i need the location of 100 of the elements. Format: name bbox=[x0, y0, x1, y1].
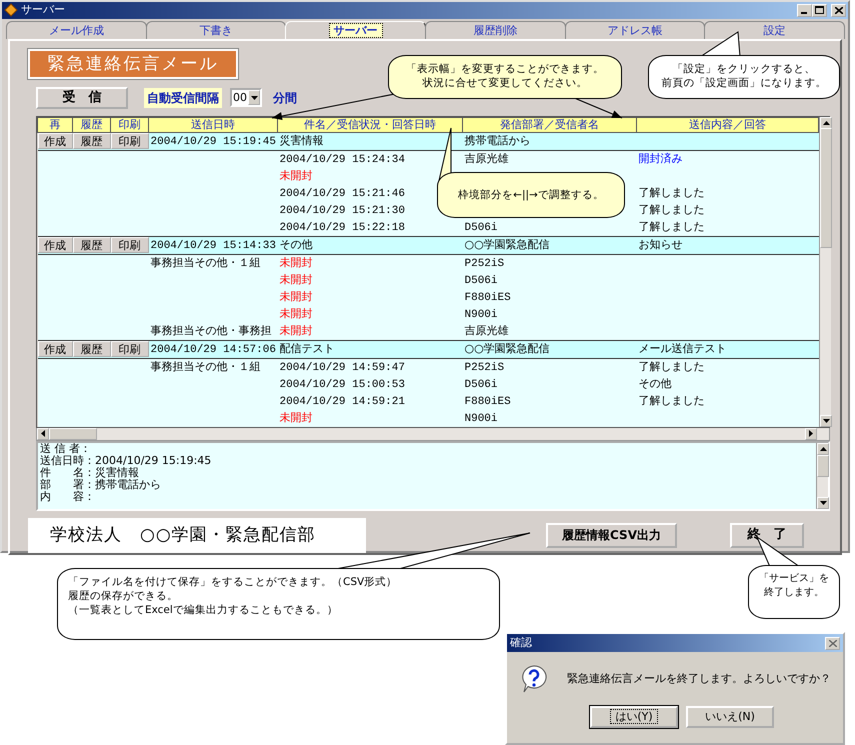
minimize-button[interactable] bbox=[797, 4, 812, 17]
scroll-thumb[interactable] bbox=[820, 128, 832, 248]
table-cell: 未開封 bbox=[280, 307, 312, 320]
close-icon bbox=[834, 6, 842, 14]
table-cell: 未開封 bbox=[280, 169, 312, 182]
column-header[interactable]: 履歴 bbox=[72, 117, 110, 132]
table-cell: その他 bbox=[638, 377, 672, 390]
table-cell: 未開封 bbox=[280, 290, 312, 303]
receive-button[interactable]: 受 信 bbox=[36, 86, 128, 108]
callout-text: 「サービス」を bbox=[758, 572, 830, 586]
table-cell: ○○学園緊急配信 bbox=[464, 238, 550, 251]
table-cell: 吉原光雄 bbox=[464, 154, 508, 166]
window-title: サーバー bbox=[21, 2, 65, 18]
recreate-button[interactable]: 作成 bbox=[38, 237, 72, 253]
scroll-thumb[interactable] bbox=[49, 428, 97, 440]
table-cell: 吉原光雄 bbox=[464, 326, 508, 338]
exit-button[interactable]: 終 了 bbox=[730, 522, 804, 548]
callout-text: 状況に合せて変更してください。 bbox=[422, 76, 588, 90]
table-cell: 了解しました bbox=[638, 394, 704, 407]
scroll-thumb[interactable] bbox=[817, 454, 829, 476]
detail-line: 送 信 者： bbox=[40, 442, 92, 454]
table-cell: 配信テスト bbox=[280, 342, 334, 355]
close-button[interactable] bbox=[831, 4, 846, 17]
close-icon bbox=[828, 640, 836, 646]
scroll-left-icon[interactable] bbox=[37, 428, 49, 440]
dropdown-arrow-icon bbox=[250, 96, 258, 100]
table-cell: 2004/10/29 15:14:33 bbox=[150, 240, 276, 252]
vertical-scrollbar[interactable] bbox=[819, 116, 831, 426]
table-cell: 2004/10/29 15:21:30 bbox=[280, 204, 405, 216]
maximize-button[interactable] bbox=[812, 4, 827, 17]
column-header[interactable]: 再 bbox=[38, 117, 72, 132]
callout-text: 終了します。 bbox=[763, 586, 825, 600]
table-cell: 未開封 bbox=[280, 273, 312, 286]
scroll-right-icon[interactable] bbox=[805, 428, 817, 440]
dialog-button[interactable]: いいえ(N) bbox=[686, 706, 774, 728]
table-cell: 携帯電話から bbox=[464, 134, 530, 147]
interval-select[interactable]: 00 bbox=[230, 88, 262, 107]
table-cell: 事務担当その他・１組 bbox=[150, 256, 260, 269]
detail-line: 部 署：携帯電話から bbox=[40, 478, 162, 490]
vertical-scrollbar[interactable] bbox=[816, 442, 828, 508]
organization-name: 学校法人 ○○学園・緊急配信部 bbox=[28, 518, 366, 553]
recreate-button[interactable]: 作成 bbox=[38, 133, 72, 149]
table-cell: 了解しました bbox=[638, 220, 704, 233]
column-header[interactable]: 件名／受信状況・回答日時 bbox=[278, 117, 462, 132]
print-button[interactable]: 印刷 bbox=[110, 341, 148, 357]
table-cell: 2004/10/29 14:59:47 bbox=[280, 362, 405, 374]
column-header[interactable]: 印刷 bbox=[110, 117, 148, 132]
tab[interactable]: 下書き bbox=[146, 20, 286, 38]
table-cell: P252iS bbox=[464, 362, 504, 374]
table-cell: 2004/10/29 15:19:45 bbox=[150, 136, 276, 148]
column-header[interactable]: 送信内容／回答 bbox=[636, 117, 818, 132]
table-cell: 災害情報 bbox=[280, 134, 324, 147]
horizontal-scrollbar[interactable] bbox=[36, 428, 830, 440]
maximize-icon bbox=[815, 6, 824, 14]
app-icon bbox=[4, 3, 18, 18]
table-cell: F880iES bbox=[464, 396, 511, 408]
table-cell: P252iS bbox=[464, 258, 504, 270]
tab[interactable]: サーバー bbox=[285, 20, 426, 38]
interval-label: 自動受信間隔 bbox=[144, 88, 222, 108]
table-cell: 未開封 bbox=[280, 324, 312, 337]
dialog-title: 確認 bbox=[510, 634, 532, 651]
column-header[interactable]: 送信日時 bbox=[148, 117, 278, 132]
table-cell: 2004/10/29 15:00:53 bbox=[280, 378, 405, 390]
callout-text: 「表示幅」を変更することができます。 bbox=[405, 62, 605, 76]
dialog-message: 緊急連絡伝言メールを終了します。よろしいですか？ bbox=[567, 670, 831, 687]
callout-text: 「設定」をクリックすると、 bbox=[672, 62, 816, 76]
table-cell: D506i bbox=[464, 274, 498, 286]
table-cell: 2004/10/29 15:21:46 bbox=[280, 188, 405, 200]
tab[interactable]: 履歴削除 bbox=[425, 20, 566, 38]
history-button[interactable]: 履歴 bbox=[72, 237, 110, 253]
table-cell: 2004/10/29 15:24:34 bbox=[280, 154, 405, 166]
table-cell: その他 bbox=[280, 238, 312, 251]
callout-text: （一覧表としてExcelで編集出力することもできる。） bbox=[68, 603, 339, 617]
dialog-button[interactable]: はい(Y) bbox=[590, 706, 678, 728]
callout-text: 「ファイル名を付けて保存」をすることができます。（CSV形式） bbox=[68, 575, 398, 589]
scroll-up-icon[interactable] bbox=[820, 116, 832, 128]
print-button[interactable]: 印刷 bbox=[110, 133, 148, 149]
table-cell: 事務担当その他・１組 bbox=[150, 360, 260, 373]
history-button[interactable]: 履歴 bbox=[72, 341, 110, 357]
table-cell: N900i bbox=[464, 412, 498, 424]
detail-line: 内 容： bbox=[40, 490, 96, 502]
recreate-button[interactable]: 作成 bbox=[38, 341, 72, 357]
csv-export-button[interactable]: 履歴情報CSV出力 bbox=[546, 522, 677, 548]
unit-label: 分間 bbox=[272, 90, 298, 106]
table-cell: 2004/10/29 14:57:06 bbox=[150, 344, 276, 356]
tab[interactable]: アドレス帳 bbox=[564, 20, 706, 38]
print-button[interactable]: 印刷 bbox=[110, 237, 148, 253]
table-cell: D506i bbox=[464, 378, 498, 390]
table-cell: お知らせ bbox=[638, 238, 682, 251]
callout-text: 枠境部分を←||→で調整する。 bbox=[458, 188, 604, 202]
table-cell: 未開封 bbox=[280, 411, 312, 424]
column-header[interactable]: 発信部署／受信者名 bbox=[462, 117, 636, 132]
scroll-up-icon[interactable] bbox=[817, 442, 829, 454]
scroll-down-icon[interactable] bbox=[817, 496, 829, 508]
tab[interactable]: 設定 bbox=[704, 20, 846, 38]
table-cell: N900i bbox=[464, 308, 498, 320]
detail-line: 送信日時：2004/10/29 15:19:45 bbox=[40, 454, 212, 466]
history-button[interactable]: 履歴 bbox=[72, 133, 110, 149]
scroll-down-icon[interactable] bbox=[820, 414, 832, 426]
tab[interactable]: メール作成 bbox=[6, 20, 147, 38]
